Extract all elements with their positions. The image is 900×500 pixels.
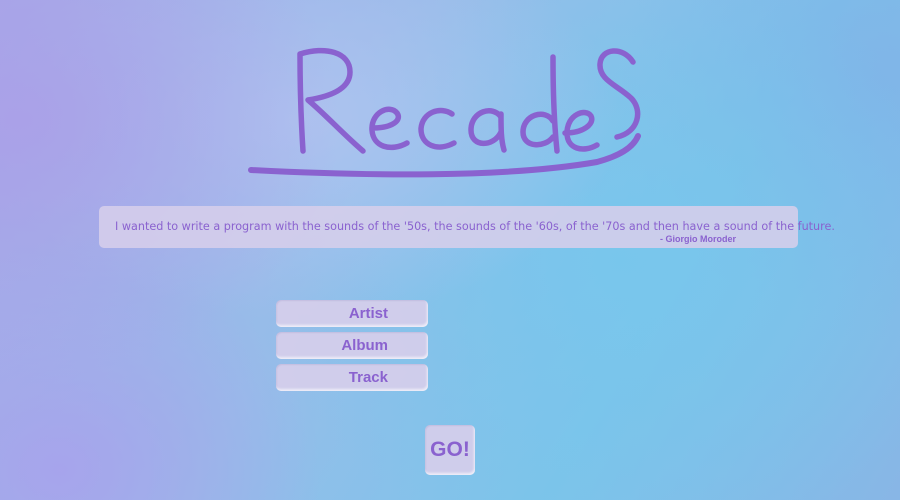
quote-author: - Giorgio Moroder xyxy=(660,234,736,244)
album-button[interactable]: Album xyxy=(276,332,428,359)
go-button[interactable]: GO! xyxy=(425,425,475,475)
artist-button[interactable]: Artist xyxy=(276,300,428,327)
quote-box: I wanted to write a program with the sou… xyxy=(99,206,835,248)
search-type-options: Artist Album Track xyxy=(276,300,428,396)
app-logo xyxy=(245,40,645,185)
track-button[interactable]: Track xyxy=(276,364,428,391)
quote-text: I wanted to write a program with the sou… xyxy=(115,220,835,233)
app-logo-graphic xyxy=(248,47,641,178)
